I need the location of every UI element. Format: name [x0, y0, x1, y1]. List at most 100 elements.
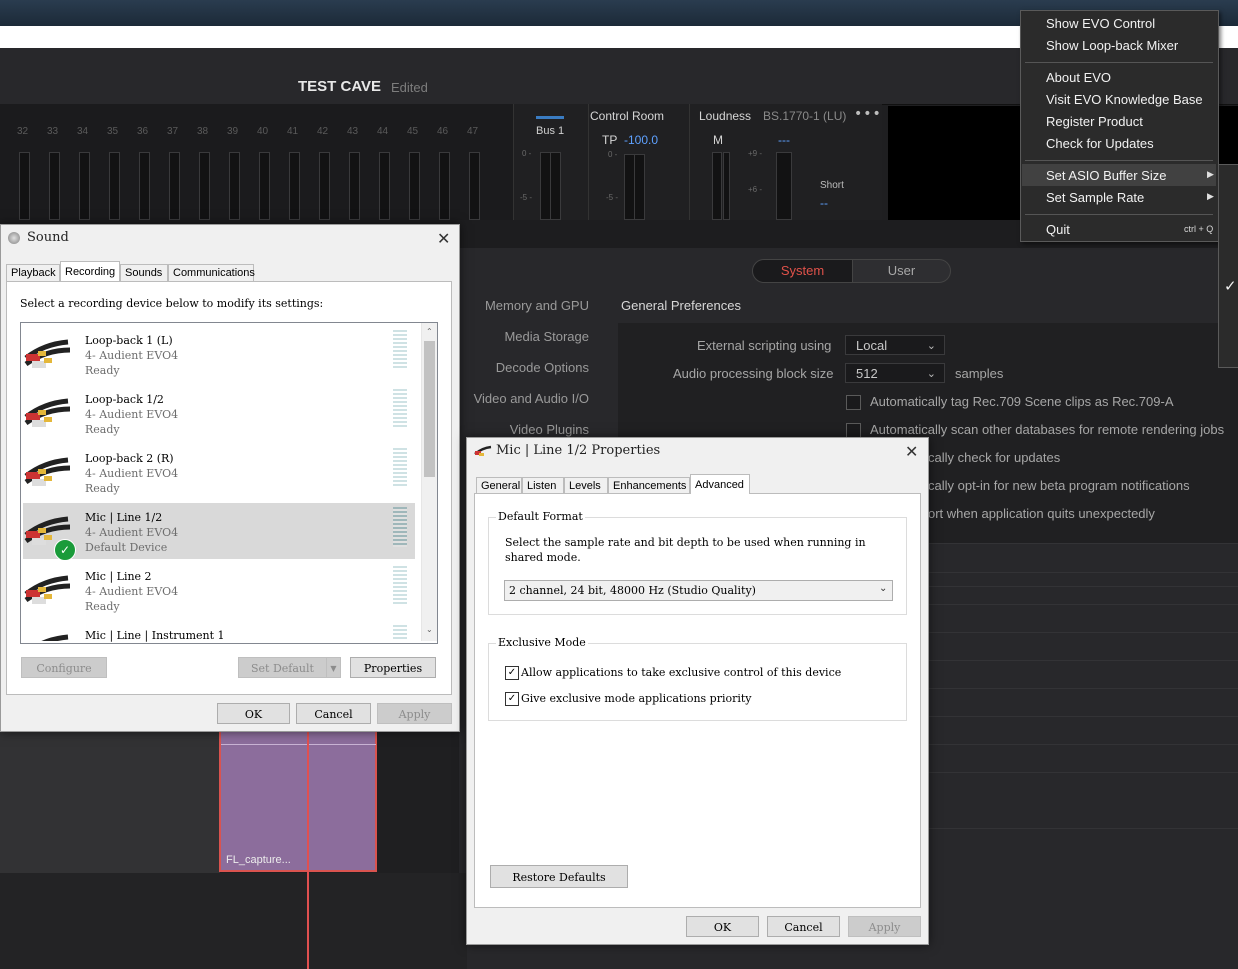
device-name: Loop-back 1 (L) — [85, 334, 173, 347]
scan-databases-checkbox[interactable] — [846, 423, 861, 438]
allow-exclusive-label: Allow applications to take exclusive con… — [521, 666, 842, 679]
level-meter — [393, 625, 407, 640]
tab-playback[interactable]: Playback — [6, 264, 60, 281]
scripting-dropdown[interactable]: Local ⌄ — [845, 335, 945, 355]
divider — [920, 543, 1238, 544]
block-size-dropdown[interactable]: 512 ⌄ — [845, 363, 945, 383]
tab-advanced[interactable]: Advanced — [690, 474, 750, 494]
track-meter — [229, 152, 240, 220]
tab-general[interactable]: General — [476, 477, 522, 494]
timeline-track — [0, 731, 220, 873]
device-status: Default Device — [85, 541, 168, 554]
category-media-storage[interactable]: Media Storage — [504, 329, 589, 344]
track-number: 35 — [107, 126, 119, 137]
scrollbar-thumb[interactable] — [424, 341, 435, 477]
track-number: 38 — [197, 126, 209, 137]
device-hardware: 4- Audient EVO4 — [85, 585, 179, 598]
tab-system[interactable]: System — [752, 259, 853, 283]
track-meter — [199, 152, 210, 220]
exclusive-priority-label: Give exclusive mode applications priorit… — [521, 692, 752, 705]
scrollbar[interactable]: ⌃ ⌄ — [421, 323, 437, 641]
device-hardware: 4- Audient EVO4 — [85, 349, 179, 362]
menu-separator — [1025, 160, 1213, 161]
selected-row-highlight — [23, 503, 415, 559]
exclusive-priority-checkbox[interactable]: ✓ — [505, 692, 519, 706]
recording-device-list[interactable]: ⌃ ⌄ — [20, 322, 438, 644]
track-number: 46 — [437, 126, 449, 137]
tab-sounds[interactable]: Sounds — [120, 264, 168, 281]
block-size-label: Audio processing block size — [673, 366, 834, 381]
scripting-label: External scripting using — [697, 338, 832, 353]
apply-button[interactable]: Apply — [848, 916, 921, 937]
device-hardware: 4- Audient EVO4 — [85, 408, 179, 421]
category-video-plugins[interactable]: Video Plugins — [510, 422, 589, 437]
restore-defaults-button[interactable]: Restore Defaults — [490, 865, 628, 888]
samples-unit: samples — [955, 366, 1004, 381]
divider — [920, 572, 1238, 573]
ok-button[interactable]: OK — [686, 916, 759, 937]
scroll-up-icon[interactable]: ⌃ — [426, 327, 433, 336]
menu-register-product[interactable]: Register Product — [1046, 114, 1143, 129]
scale-plus9: +9 - — [748, 149, 763, 158]
category-memory-gpu[interactable]: Memory and GPU — [485, 298, 589, 313]
device-name: Loop-back 2 (R) — [85, 452, 174, 465]
playhead[interactable] — [307, 731, 309, 969]
more-options-icon[interactable]: ••• — [854, 106, 882, 122]
category-decode-options[interactable]: Decode Options — [496, 360, 589, 375]
allow-exclusive-checkbox[interactable]: ✓ — [505, 666, 519, 680]
scroll-down-icon[interactable]: ⌄ — [426, 625, 433, 634]
menu-check-updates[interactable]: Check for Updates — [1046, 136, 1154, 151]
ok-button[interactable]: OK — [217, 703, 290, 724]
chevron-down-icon: ⌄ — [879, 583, 888, 594]
configure-button[interactable]: Configure — [21, 657, 107, 678]
menu-knowledge-base[interactable]: Visit EVO Knowledge Base — [1046, 92, 1203, 107]
menu-sample-rate[interactable]: Set Sample Rate — [1046, 190, 1144, 205]
scripting-value: Local — [856, 338, 888, 353]
track-meter — [139, 152, 150, 220]
cancel-button[interactable]: Cancel — [296, 703, 371, 724]
bus-meter-right — [550, 152, 561, 220]
properties-button[interactable]: Properties — [350, 657, 436, 678]
general-preferences-title: General Preferences — [621, 298, 741, 313]
apply-button[interactable]: Apply — [377, 703, 452, 724]
rca-cable-icon — [24, 336, 74, 372]
control-meter-right — [634, 154, 645, 220]
menu-asio-buffer-size[interactable]: Set ASIO Buffer Size — [1046, 168, 1166, 183]
menu-quit[interactable]: Quit — [1046, 222, 1070, 237]
loudness-standard[interactable]: BS.1770-1 (LU) — [763, 109, 846, 123]
rec709-checkbox[interactable] — [846, 395, 861, 410]
close-icon[interactable]: ✕ — [437, 229, 450, 248]
track-number: 40 — [257, 126, 269, 137]
submenu-arrow-icon: ▶ — [1207, 170, 1214, 180]
tab-levels[interactable]: Levels — [564, 477, 608, 494]
check-updates-label: cally check for updates — [928, 450, 1061, 465]
close-icon[interactable]: ✕ — [905, 442, 918, 461]
control-scale-minus5: -5 - — [606, 193, 618, 202]
set-default-button[interactable]: Set Default — [238, 657, 327, 678]
check-icon: ✓ — [1224, 277, 1237, 295]
set-default-dropdown-icon[interactable]: ▼ — [326, 657, 341, 678]
loudness-meter-3 — [776, 152, 792, 220]
tab-listen[interactable]: Listen — [522, 477, 564, 494]
submenu-arrow-icon: ▶ — [1207, 192, 1214, 202]
menu-show-evo-control[interactable]: Show EVO Control — [1046, 16, 1155, 31]
device-name: Mic | Line | Instrument 1 — [85, 629, 225, 642]
format-select[interactable]: 2 channel, 24 bit, 48000 Hz (Studio Qual… — [504, 580, 893, 601]
tab-enhancements[interactable]: Enhancements — [608, 477, 690, 494]
track-meter — [319, 152, 330, 220]
timeline-clip[interactable] — [219, 731, 377, 872]
tab-user[interactable]: User — [852, 259, 951, 283]
track-meter — [469, 152, 480, 220]
tab-recording[interactable]: Recording — [60, 261, 120, 281]
track-number: 47 — [467, 126, 479, 137]
loudness-meter-2 — [723, 152, 730, 220]
menu-show-loopback-mixer[interactable]: Show Loop-back Mixer — [1046, 38, 1178, 53]
category-video-audio-io[interactable]: Video and Audio I/O — [474, 391, 589, 406]
default-format-description: Select the sample rate and bit depth to … — [505, 536, 866, 564]
cancel-button[interactable]: Cancel — [767, 916, 840, 937]
rca-cable-icon — [474, 445, 492, 457]
track-number: 37 — [167, 126, 179, 137]
tab-communications[interactable]: Communications — [168, 264, 255, 281]
menu-about-evo[interactable]: About EVO — [1046, 70, 1111, 85]
level-meter — [393, 566, 407, 606]
